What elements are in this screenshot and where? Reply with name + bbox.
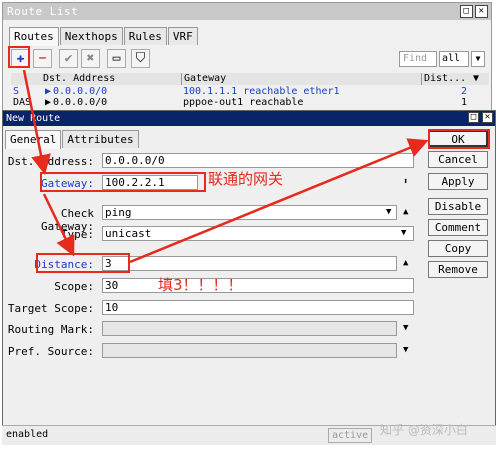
annotation-arrows <box>22 69 429 264</box>
arrow-to-gateway <box>22 69 51 175</box>
arrow-to-distance <box>42 193 75 257</box>
arrow-to-ok <box>129 138 429 264</box>
